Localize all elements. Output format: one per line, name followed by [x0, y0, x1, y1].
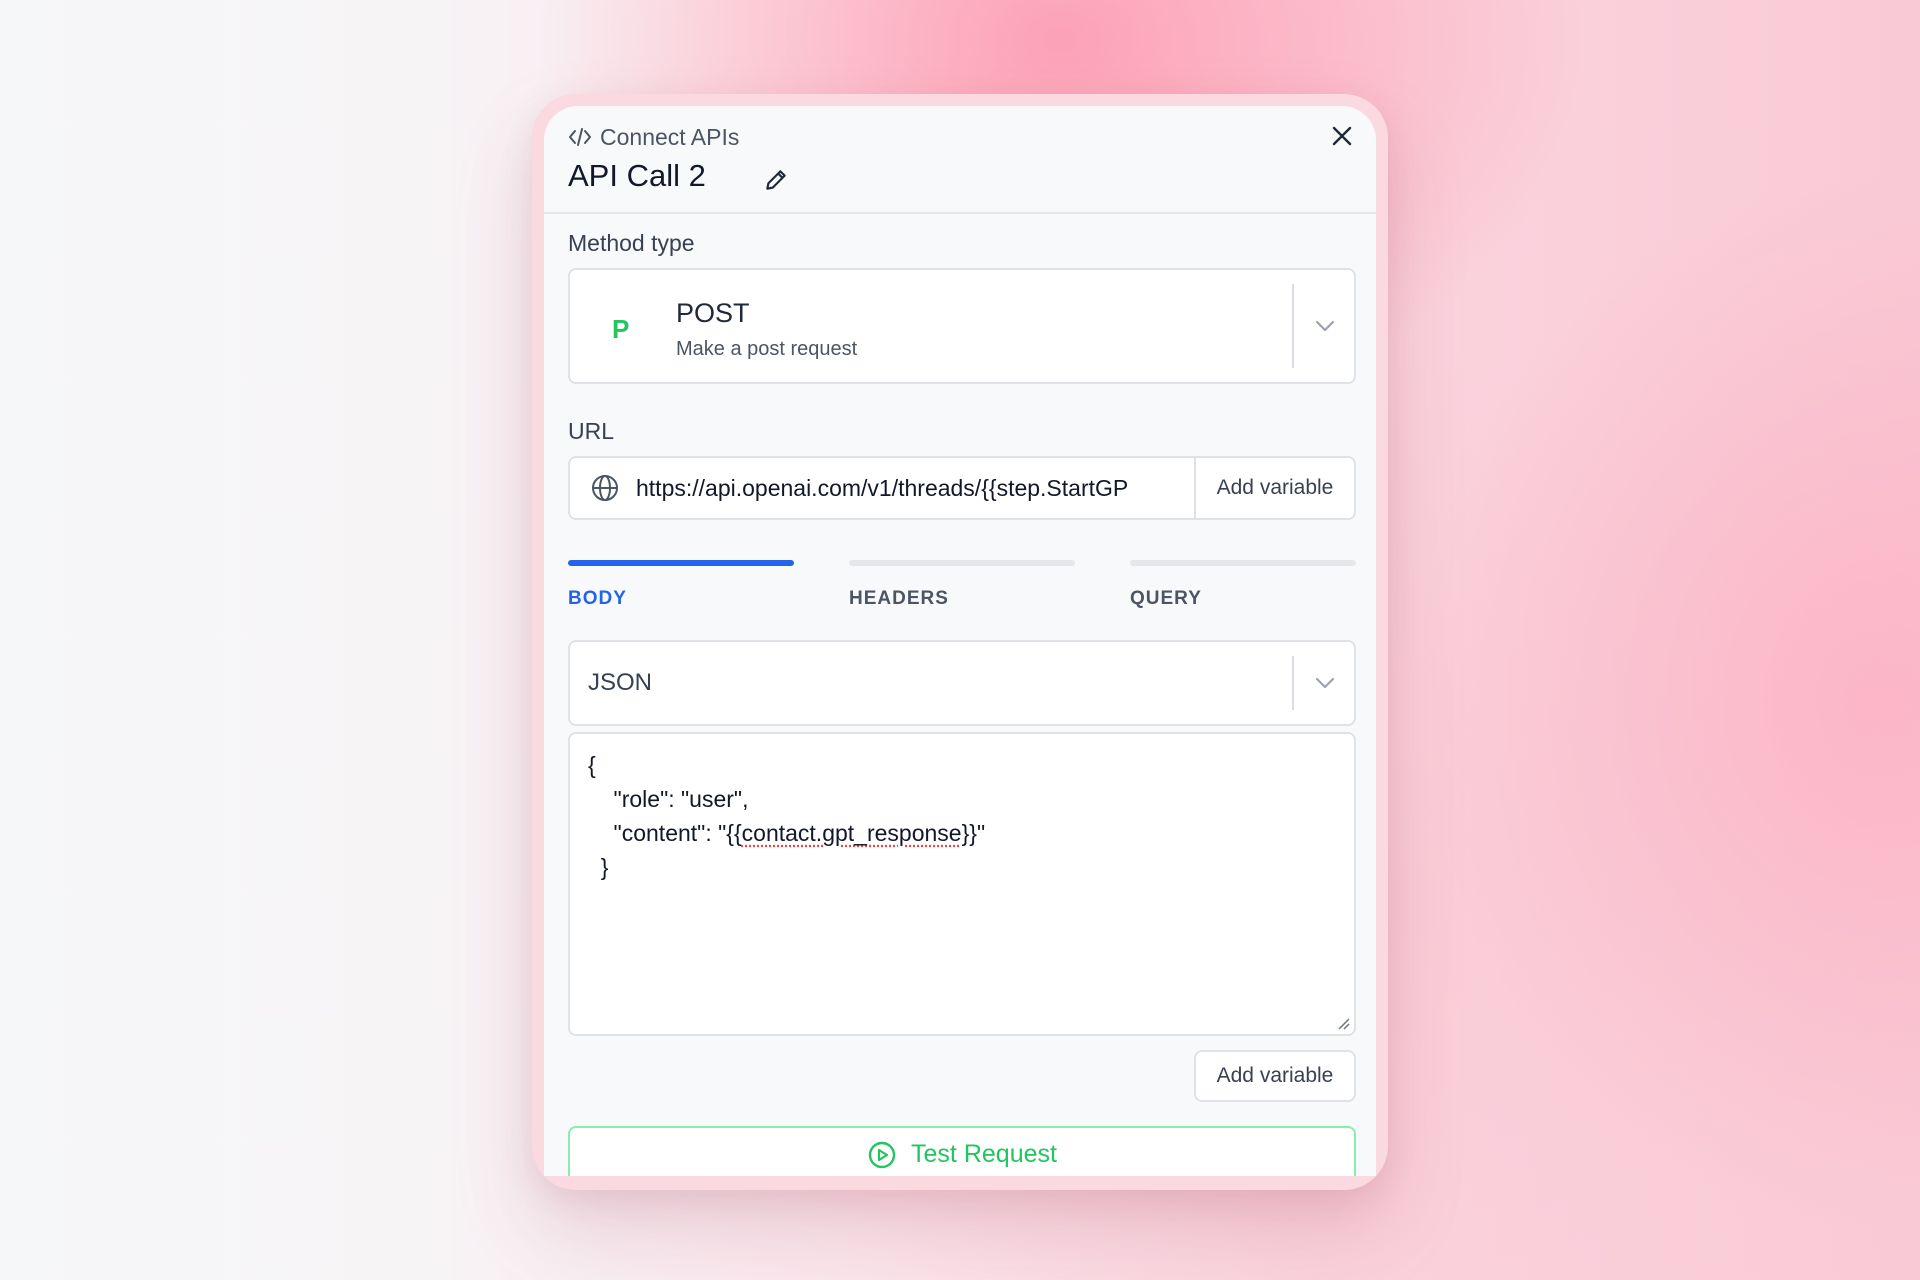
method-type-select[interactable]: P POST Make a post request [568, 268, 1356, 384]
method-letter: P [612, 314, 630, 344]
code-line: { [588, 752, 596, 778]
method-select-divider [1292, 284, 1294, 368]
test-request-button[interactable]: Test Request [568, 1126, 1356, 1176]
method-type-label: Method type [568, 230, 695, 256]
url-field[interactable]: https://api.openai.com/v1/threads/{{step… [568, 456, 1356, 520]
tab-body-indicator [568, 560, 794, 566]
method-description: Make a post request [676, 338, 858, 360]
tab-body-label: BODY [568, 588, 627, 609]
close-icon [1332, 126, 1352, 146]
json-code: { "role": "user", "content": "{{contact.… [588, 748, 985, 884]
url-input[interactable]: https://api.openai.com/v1/threads/{{step… [636, 458, 1176, 518]
tab-query[interactable]: QUERY [1130, 560, 1356, 610]
tab-headers-indicator [849, 560, 1075, 566]
chevron-down-icon [1310, 668, 1340, 698]
edit-title-button[interactable] [760, 164, 792, 196]
url-add-variable-button[interactable]: Add variable [1194, 458, 1354, 518]
breadcrumb: Connect APIs [568, 120, 739, 154]
code-line: "role": "user", [588, 786, 749, 812]
code-line: } [588, 854, 609, 880]
spellcheck-underlined-text: contact.gpt_response [741, 820, 962, 846]
panel-header: Connect APIs API Call 2 [544, 106, 1376, 214]
breadcrumb-label: Connect APIs [600, 123, 740, 150]
code-segment: "content": "{{ [588, 820, 742, 846]
globe-icon [592, 475, 618, 501]
resize-handle-icon[interactable] [1336, 1016, 1350, 1030]
url-label: URL [568, 418, 615, 444]
code-icon [569, 128, 591, 146]
chevron-down-icon [1310, 311, 1340, 341]
body-add-variable-button[interactable]: Add variable [1194, 1050, 1356, 1102]
body-format-value: JSON [588, 669, 653, 696]
tab-query-indicator [1130, 560, 1356, 566]
tab-headers-label: HEADERS [849, 588, 949, 609]
test-request-label: Test Request [911, 1140, 1057, 1168]
api-call-title: API Call 2 [568, 158, 706, 193]
play-circle-icon [868, 1141, 896, 1169]
pencil-icon [766, 170, 786, 190]
code-line: "content": "{{contact.gpt_response}}" [588, 816, 986, 850]
tab-query-label: QUERY [1130, 588, 1202, 609]
tab-body[interactable]: BODY [568, 560, 794, 610]
method-name: POST [676, 298, 750, 328]
tab-headers[interactable]: HEADERS [849, 560, 1075, 610]
format-select-divider [1292, 656, 1294, 710]
close-button[interactable] [1324, 118, 1360, 154]
code-segment: }}" [961, 820, 986, 846]
connect-apis-panel: Connect APIs API Call 2 Method type P PO… [544, 106, 1376, 1176]
json-body-editor[interactable]: { "role": "user", "content": "{{contact.… [568, 732, 1356, 1036]
body-format-select[interactable]: JSON [568, 640, 1356, 726]
